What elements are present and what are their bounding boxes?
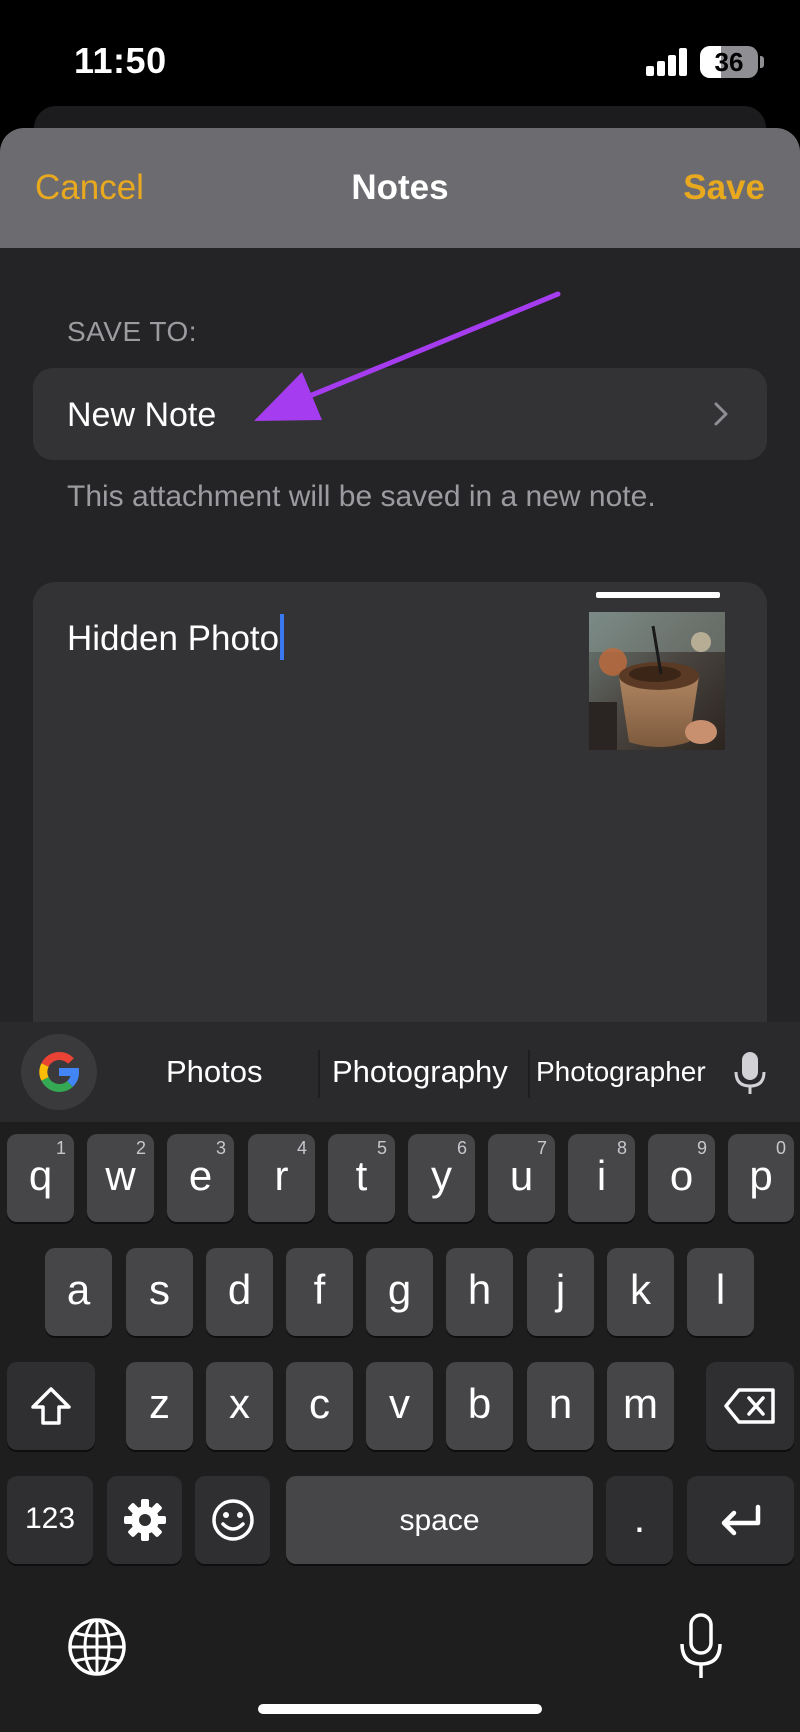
key-z[interactable]: z [126, 1362, 193, 1450]
key-k[interactable]: k [607, 1248, 674, 1336]
key-l[interactable]: l [687, 1248, 754, 1336]
key-label: 123 [24, 1502, 76, 1535]
key-c[interactable]: c [286, 1362, 353, 1450]
key-label: g [387, 1266, 412, 1313]
save-to-label: SAVE TO: [67, 316, 198, 347]
key-label: l [715, 1266, 726, 1313]
key-s[interactable]: s [126, 1248, 193, 1336]
key-label: e [188, 1152, 213, 1199]
key-i[interactable]: 8i [568, 1134, 635, 1222]
key-label: n [548, 1380, 573, 1427]
emoji-icon [211, 1499, 254, 1541]
suggestion-divider [528, 1050, 530, 1098]
suggestion-divider [318, 1050, 320, 1098]
dictation-mic-icon[interactable] [678, 1612, 724, 1682]
note-text-input[interactable]: Hidden Photo [67, 614, 285, 660]
destination-label: New Note [67, 396, 217, 434]
suggestion-bar: Photos Photography Photographer [0, 1022, 800, 1122]
gear-icon [123, 1499, 166, 1541]
key-label: k [630, 1266, 651, 1313]
key-label: j [555, 1266, 566, 1313]
key-j[interactable]: j [527, 1248, 594, 1336]
key-label: m [623, 1380, 658, 1427]
photo-attachment-thumbnail [589, 612, 725, 750]
key-h[interactable]: h [446, 1248, 513, 1336]
key-e[interactable]: 3e [167, 1134, 234, 1222]
key-o[interactable]: 9o [648, 1134, 715, 1222]
chevron-right-icon [714, 402, 728, 426]
key-y[interactable]: 6y [408, 1134, 475, 1222]
key-v[interactable]: v [366, 1362, 433, 1450]
home-indicator[interactable] [258, 1704, 542, 1714]
key-label: r [274, 1152, 289, 1199]
key-label: s [149, 1266, 170, 1313]
key-label: . [633, 1494, 646, 1541]
google-g-icon [39, 1052, 79, 1092]
backspace-key[interactable] [706, 1362, 794, 1450]
key-t[interactable]: 5t [328, 1134, 395, 1222]
key-label: x [229, 1380, 250, 1427]
space-key[interactable]: space [286, 1476, 593, 1564]
note-text: Hidden Photo [67, 619, 280, 658]
shift-key[interactable] [7, 1362, 95, 1450]
suggestion-2[interactable]: Photography [332, 1054, 508, 1090]
save-destination-row[interactable]: New Note [33, 368, 767, 460]
numbers-key[interactable]: 123 [7, 1476, 93, 1564]
key-w[interactable]: 2w [87, 1134, 154, 1222]
key-label: p [749, 1152, 773, 1199]
text-cursor [280, 614, 285, 660]
key-n[interactable]: n [527, 1362, 594, 1450]
status-time: 11:50 [74, 40, 167, 81]
key-label: space [399, 1504, 480, 1537]
backspace-icon [724, 1388, 775, 1424]
key-a[interactable]: a [45, 1248, 112, 1336]
return-icon [721, 1504, 760, 1536]
voice-input-icon[interactable] [732, 1050, 768, 1096]
save-hint-text: This attachment will be saved in a new n… [67, 480, 656, 513]
sheet-title: Notes [351, 168, 449, 207]
google-button[interactable] [21, 1034, 97, 1110]
cellular-signal-icon [646, 48, 690, 76]
key-label: b [467, 1380, 492, 1427]
key-b[interactable]: b [446, 1362, 513, 1450]
battery-level: 36 [714, 47, 744, 77]
key-d[interactable]: d [206, 1248, 273, 1336]
key-label: w [105, 1152, 136, 1199]
key-label: d [227, 1266, 252, 1313]
key-label: v [389, 1380, 410, 1427]
key-u[interactable]: 7u [488, 1134, 555, 1222]
key-label: i [596, 1152, 607, 1199]
keyboard: Photos Photography Photographer 1q 2w 3e… [0, 1022, 800, 1732]
key-r[interactable]: 4r [248, 1134, 315, 1222]
key-q[interactable]: 1q [7, 1134, 74, 1222]
suggestion-3[interactable]: Photographer [536, 1056, 706, 1088]
key-p[interactable]: 0p [728, 1134, 794, 1222]
battery-icon: 36 [700, 46, 758, 78]
suggestion-1[interactable]: Photos [166, 1054, 263, 1090]
save-button[interactable]: Save [683, 168, 765, 208]
key-label: c [309, 1380, 330, 1427]
key-m[interactable]: m [607, 1362, 674, 1450]
key-label: z [149, 1380, 170, 1427]
key-label: a [66, 1266, 91, 1313]
key-label: u [509, 1152, 534, 1199]
key-label: t [355, 1152, 368, 1199]
navigation-bar: Cancel Notes Save [0, 128, 800, 248]
key-f[interactable]: f [286, 1248, 353, 1336]
key-label: f [313, 1266, 326, 1313]
globe-icon[interactable] [66, 1616, 128, 1678]
shift-icon [31, 1387, 71, 1425]
key-label: h [467, 1266, 492, 1313]
emoji-key[interactable] [195, 1476, 270, 1564]
key-g[interactable]: g [366, 1248, 433, 1336]
battery-tip [760, 56, 764, 68]
key-label: y [431, 1152, 452, 1199]
key-x[interactable]: x [206, 1362, 273, 1450]
return-key[interactable] [687, 1476, 794, 1564]
key-label: o [669, 1152, 694, 1199]
attachment-stack-edge [596, 592, 720, 598]
period-key[interactable]: . [606, 1476, 673, 1564]
key-label: q [28, 1152, 53, 1199]
settings-key[interactable] [107, 1476, 182, 1564]
